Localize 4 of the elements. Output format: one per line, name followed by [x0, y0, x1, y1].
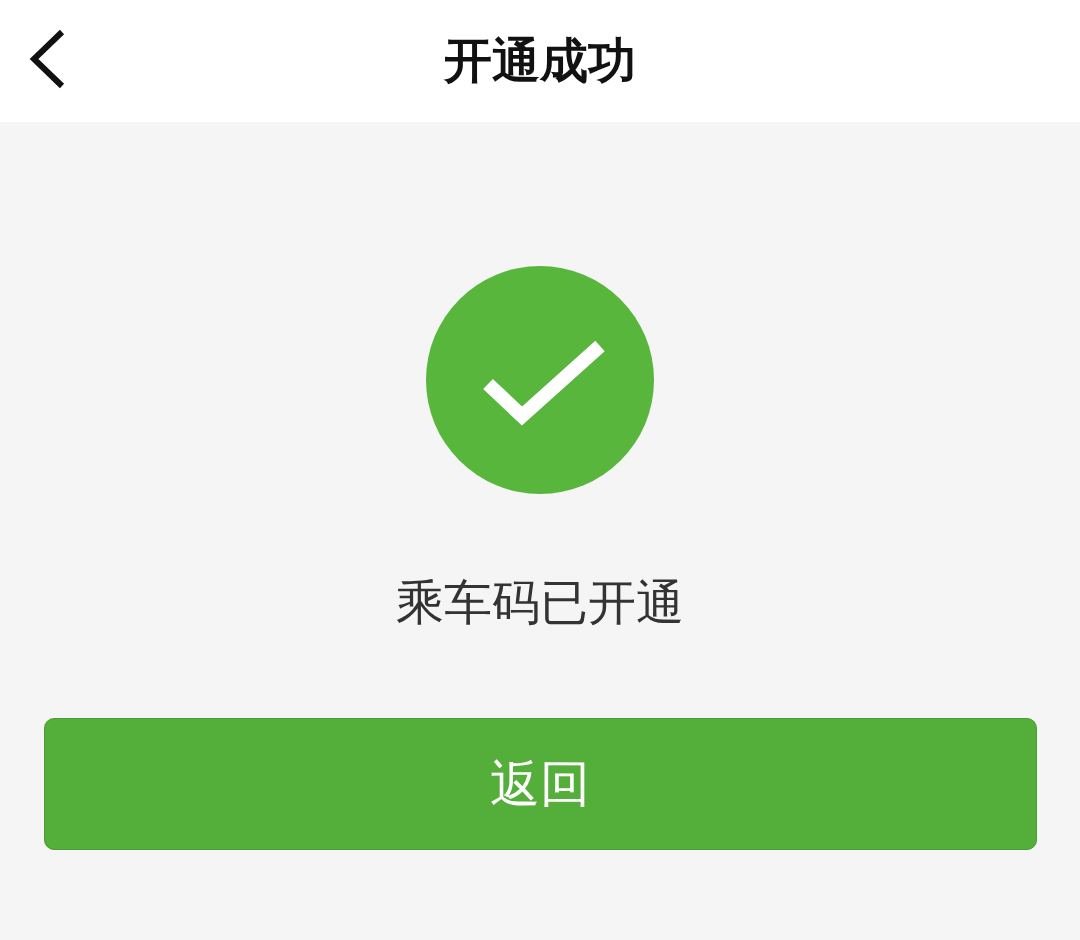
status-message: 乘车码已开通 — [396, 573, 684, 632]
page-title: 开通成功 — [444, 31, 636, 90]
success-check-icon — [426, 266, 654, 494]
return-button[interactable]: 返回 — [43, 718, 1037, 850]
